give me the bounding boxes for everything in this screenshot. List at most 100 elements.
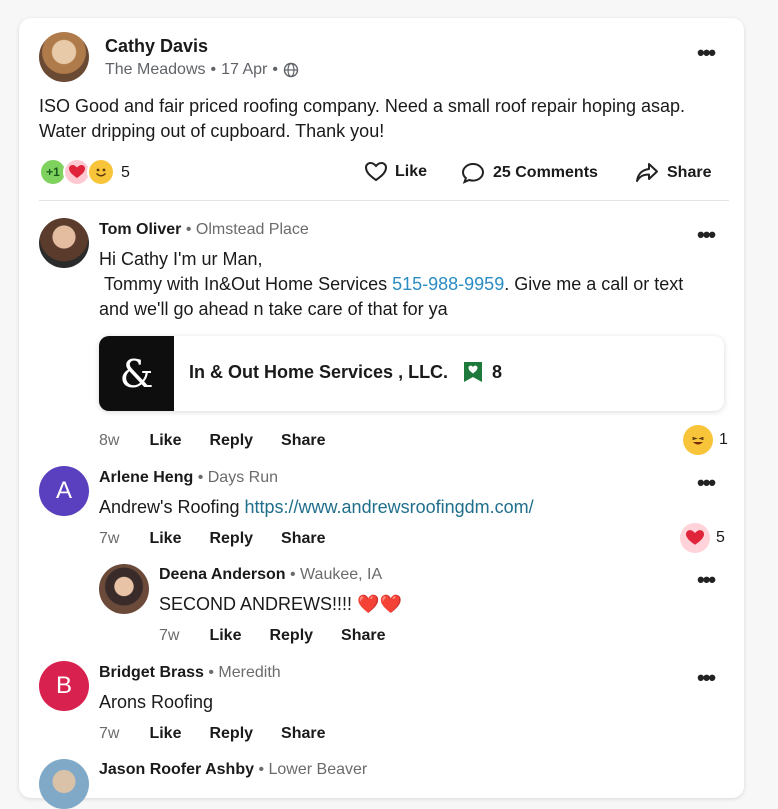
more-icon[interactable]: ••• xyxy=(697,667,716,689)
post-author[interactable]: Cathy Davis xyxy=(105,36,208,57)
avatar[interactable]: A xyxy=(39,466,89,516)
comment-like-button[interactable]: Like xyxy=(149,432,181,450)
comment-actions: 7w Like Reply Share xyxy=(99,530,354,548)
comment-reply-button[interactable]: Reply xyxy=(209,432,253,450)
avatar[interactable] xyxy=(99,564,149,614)
more-icon[interactable]: ••• xyxy=(697,42,716,64)
share-label: Share xyxy=(667,164,712,181)
comment-author-name[interactable]: Tom Oliver xyxy=(99,221,181,238)
comment-age: 7w xyxy=(99,530,120,547)
heart-emoji-icon xyxy=(680,523,710,553)
comment-actions: 7w Like Reply Share xyxy=(99,725,354,743)
comment-location-name[interactable]: Meredith xyxy=(218,664,280,681)
post-meta: The Meadows • 17 Apr • xyxy=(105,61,299,79)
post-body: ISO Good and fair priced roofing company… xyxy=(39,96,686,141)
comments-button[interactable]: 25 Comments xyxy=(461,162,598,184)
comment-like-button[interactable]: Like xyxy=(209,627,241,645)
comment-location[interactable]: • Lower Beaver xyxy=(258,761,367,778)
comment-reaction-count: 1 xyxy=(719,431,728,448)
comment-author[interactable]: Deena Anderson • Waukee, IA xyxy=(159,566,382,584)
post-neighborhood[interactable]: The Meadows xyxy=(105,61,206,79)
comment-line-text: . Give me a call or text xyxy=(504,274,684,294)
comment-text: Hi Cathy I'm ur Man, Tommy with In&Out H… xyxy=(99,247,719,322)
avatar[interactable] xyxy=(39,759,89,809)
business-recommendations[interactable]: 8 xyxy=(462,361,502,383)
comment-reply-button[interactable]: Reply xyxy=(209,530,253,548)
comment-share-button[interactable]: Share xyxy=(281,432,325,450)
comment-reaction[interactable]: 1 xyxy=(683,425,728,455)
comment-age: 7w xyxy=(159,627,180,644)
comment-author-name[interactable]: Bridget Brass xyxy=(99,664,204,681)
like-label: Like xyxy=(395,163,428,180)
comment-reply-button[interactable]: Reply xyxy=(269,627,313,645)
comment-like-button[interactable]: Like xyxy=(149,725,181,743)
comment-share-button[interactable]: Share xyxy=(341,627,385,645)
laugh-emoji-icon xyxy=(683,425,713,455)
comment-share-button[interactable]: Share xyxy=(281,530,325,548)
comment-author[interactable]: Tom Oliver • Olmstead Place xyxy=(99,221,309,239)
meta-separator: • xyxy=(272,61,278,78)
url-link[interactable]: https://www.andrewsroofingdm.com/ xyxy=(245,497,534,517)
comment-location-name[interactable]: Lower Beaver xyxy=(269,761,368,778)
comment-reply-button[interactable]: Reply xyxy=(209,725,253,743)
comment-age: 7w xyxy=(99,725,120,742)
avatar[interactable] xyxy=(39,218,89,268)
comment-actions: 7w Like Reply Share xyxy=(159,627,414,645)
smile-reaction[interactable] xyxy=(87,158,115,186)
comment-text: Andrew's Roofing https://www.andrewsroof… xyxy=(99,495,719,520)
comment-location[interactable]: • Waukee, IA xyxy=(290,566,382,583)
comment-line-text: Andrew's Roofing xyxy=(99,497,245,517)
comment-like-button[interactable]: Like xyxy=(149,530,181,548)
like-button[interactable]: Like xyxy=(365,162,427,182)
comment-author[interactable]: Bridget Brass • Meredith xyxy=(99,664,281,682)
comment-share-button[interactable]: Share xyxy=(281,725,325,743)
avatar[interactable]: B xyxy=(39,661,89,711)
comment-actions: 8w Like Reply Share xyxy=(99,432,354,450)
smile-icon xyxy=(95,168,107,177)
heart-outline-icon xyxy=(365,162,387,182)
more-icon[interactable]: ••• xyxy=(697,224,716,246)
comment-location-name[interactable]: Olmstead Place xyxy=(196,221,309,238)
comment-text: Arons Roofing xyxy=(99,692,214,712)
share-button[interactable]: Share xyxy=(635,162,711,184)
comment-line: Hi Cathy I'm ur Man, xyxy=(99,249,263,269)
avatar[interactable] xyxy=(39,32,89,82)
comment-line: Tommy with In&Out Home Services 515-988-… xyxy=(99,272,719,297)
business-card[interactable]: & In & Out Home Services , LLC. 8 xyxy=(99,336,724,411)
comment-author[interactable]: Jason Roofer Ashby • Lower Beaver xyxy=(99,761,367,779)
post-card: Cathy Davis The Meadows • 17 Apr • ••• I… xyxy=(19,18,744,809)
comment-location-name[interactable]: Waukee, IA xyxy=(300,566,382,583)
more-icon[interactable]: ••• xyxy=(697,472,716,494)
recommendation-count: 8 xyxy=(492,361,503,382)
comment-text: SECOND ANDREWS!!!! ❤️❤️ xyxy=(159,594,402,614)
share-arrow-icon xyxy=(636,163,658,182)
comment-location[interactable]: • Days Run xyxy=(198,469,278,486)
post-header: Cathy Davis The Meadows • 17 Apr • ••• xyxy=(39,32,729,84)
comment-location-name[interactable]: Days Run xyxy=(208,469,278,486)
comment-author-name[interactable]: Arlene Heng xyxy=(99,469,193,486)
comment-line-text: Tommy with In&Out Home Services xyxy=(104,274,393,294)
reaction-count[interactable]: 5 xyxy=(121,164,130,182)
divider xyxy=(39,200,729,201)
meta-separator: • xyxy=(210,61,217,78)
comments-label: 25 Comments xyxy=(493,164,598,181)
comment-bubble-icon xyxy=(461,162,485,184)
comment-age: 8w xyxy=(99,432,120,449)
comment-author-name[interactable]: Deena Anderson xyxy=(159,566,286,583)
phone-link[interactable]: 515-988-9959 xyxy=(392,274,504,294)
comment-author-name[interactable]: Jason Roofer Ashby xyxy=(99,761,254,778)
more-icon[interactable]: ••• xyxy=(697,569,716,591)
comment-line: and we'll go ahead n take care of that f… xyxy=(99,299,448,319)
comment-author[interactable]: Arlene Heng • Days Run xyxy=(99,469,278,487)
comment-location[interactable]: • Meredith xyxy=(208,664,280,681)
business-logo: & xyxy=(99,336,174,411)
comment-location[interactable]: • Olmstead Place xyxy=(186,221,309,238)
bookmark-heart-icon xyxy=(464,362,482,382)
post-date: 17 Apr xyxy=(221,61,268,78)
globe-icon xyxy=(283,62,299,78)
business-name[interactable]: In & Out Home Services , LLC. xyxy=(189,362,448,383)
reactions-bar: +1 5 Like 25 Comments Share xyxy=(39,158,729,190)
comment-reaction[interactable]: 5 xyxy=(680,523,725,553)
comment-reaction-count: 5 xyxy=(716,529,725,546)
heart-icon xyxy=(69,165,85,178)
